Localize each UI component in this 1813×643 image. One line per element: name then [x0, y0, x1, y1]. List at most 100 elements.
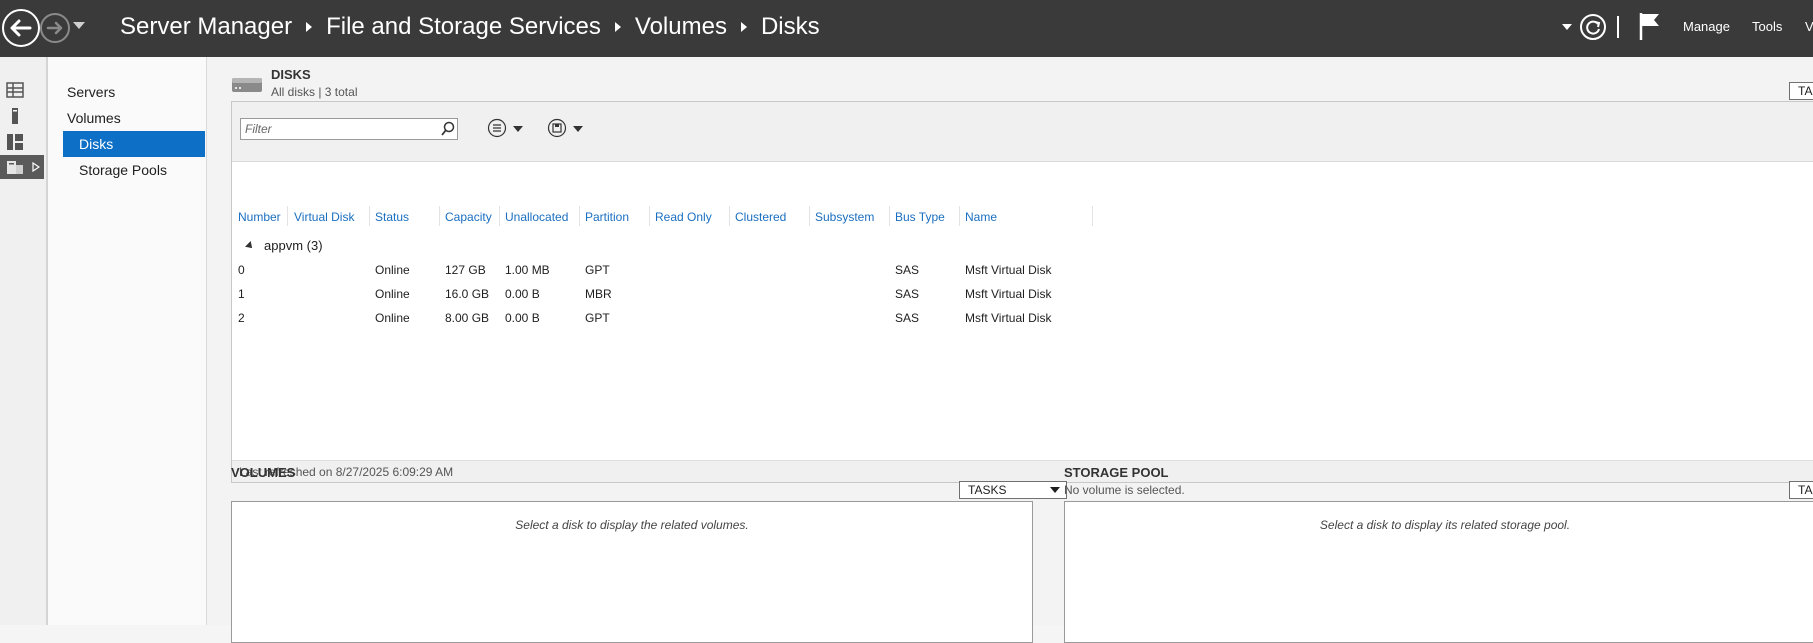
- history-dropdown-arrow[interactable]: [73, 22, 85, 29]
- filter-input[interactable]: Filter: [240, 118, 458, 140]
- breadcrumb-separator: [740, 22, 747, 32]
- column-header-subsystem[interactable]: Subsystem: [815, 210, 874, 224]
- view-menu[interactable]: V: [1805, 19, 1813, 34]
- back-button[interactable]: [2, 9, 40, 47]
- cell-capacity: 16.0 GB: [445, 287, 490, 301]
- group-row-appvm[interactable]: appvm (3): [245, 238, 323, 253]
- column-divider[interactable]: [499, 206, 500, 226]
- column-header-clustered[interactable]: Clustered: [735, 210, 786, 224]
- column-divider[interactable]: [649, 206, 650, 226]
- column-divider[interactable]: [439, 206, 440, 226]
- cell-partition: GPT: [585, 311, 610, 325]
- refresh-dropdown-arrow[interactable]: [1562, 24, 1572, 30]
- volumes-tasks-button[interactable]: TASKS: [959, 481, 1067, 499]
- storage-pool-tasks-button[interactable]: TA: [1789, 481, 1813, 499]
- cell-bus-type: SAS: [895, 287, 920, 301]
- storage-pool-empty-message: Select a disk to display its related sto…: [1319, 518, 1571, 532]
- nav-item-storage-pools[interactable]: Storage Pools: [79, 162, 167, 178]
- column-header-unallocated[interactable]: Unallocated: [505, 210, 568, 224]
- file-storage-icon: [7, 161, 23, 174]
- storage-pool-tasks-label: TA: [1798, 483, 1813, 497]
- column-divider[interactable]: [287, 206, 288, 226]
- disks-tasks-button[interactable]: TA: [1789, 82, 1813, 100]
- cell-name: Msft Virtual Disk: [965, 263, 1052, 277]
- column-header-number[interactable]: Number: [238, 210, 281, 224]
- breadcrumb-separator: [306, 22, 313, 32]
- cell-status: Online: [375, 311, 410, 325]
- forward-button[interactable]: [40, 13, 70, 43]
- cell-partition: GPT: [585, 263, 610, 277]
- disk-drive-icon: [232, 78, 262, 92]
- column-divider[interactable]: [809, 206, 810, 226]
- disks-section-subtitle: All disks | 3 total: [271, 85, 358, 99]
- group-label: appvm (3): [264, 238, 323, 253]
- column-divider[interactable]: [889, 206, 890, 226]
- nav-item-servers[interactable]: Servers: [67, 84, 115, 100]
- cell-name: Msft Virtual Disk: [965, 311, 1052, 325]
- storage-pool-section-title: STORAGE POOL: [1064, 465, 1169, 480]
- column-header-status[interactable]: Status: [375, 210, 409, 224]
- nav-item-disks[interactable]: Disks: [63, 131, 205, 157]
- volumes-panel: Select a disk to display the related vol…: [231, 501, 1033, 643]
- column-header-virtual-disk[interactable]: Virtual Disk: [294, 210, 354, 224]
- notifications-flag-icon[interactable]: [1638, 11, 1662, 41]
- cell-number: 0: [238, 263, 245, 277]
- refresh-icon[interactable]: [1579, 13, 1607, 41]
- column-header-bus-type[interactable]: Bus Type: [895, 210, 945, 224]
- disks-section-title: DISKS: [271, 67, 311, 82]
- column-divider[interactable]: [1092, 206, 1093, 226]
- column-divider[interactable]: [729, 206, 730, 226]
- last-refreshed-status: Last refreshed on 8/27/2025 6:09:29 AM: [232, 460, 1813, 482]
- column-header-capacity[interactable]: Capacity: [445, 210, 492, 224]
- storage-pool-subtitle: No volume is selected.: [1064, 483, 1185, 497]
- list-options-icon[interactable]: [487, 118, 507, 138]
- disks-tasks-label: TA: [1798, 84, 1813, 98]
- breadcrumb-server-manager[interactable]: Server Manager: [120, 13, 292, 41]
- console-icon-strip: [0, 57, 48, 625]
- column-header-read-only[interactable]: Read Only: [655, 210, 712, 224]
- file-storage-nav-selected[interactable]: [0, 155, 44, 179]
- back-arrow-icon: [10, 19, 32, 37]
- volumes-section-title: VOLUMES: [231, 465, 296, 480]
- dashboard-icon[interactable]: [6, 81, 24, 99]
- chevron-down-icon: [1050, 487, 1060, 493]
- filter-bar: Filter: [232, 102, 1813, 162]
- cell-number: 2: [238, 311, 245, 325]
- cell-status: Online: [375, 263, 410, 277]
- column-header-partition[interactable]: Partition: [585, 210, 629, 224]
- navigation-pane: Servers Volumes Disks Storage Pools: [48, 57, 207, 625]
- column-divider[interactable]: [579, 206, 580, 226]
- manage-menu[interactable]: Manage: [1683, 19, 1730, 34]
- cell-bus-type: SAS: [895, 311, 920, 325]
- cell-capacity: 8.00 GB: [445, 311, 490, 325]
- cell-bus-type: SAS: [895, 263, 920, 277]
- storage-pool-panel: Select a disk to display its related sto…: [1064, 501, 1813, 643]
- breadcrumb-file-storage[interactable]: File and Storage Services: [326, 13, 601, 41]
- breadcrumb-volumes[interactable]: Volumes: [635, 13, 727, 41]
- save-query-icon[interactable]: [547, 118, 567, 138]
- volumes-tasks-label: TASKS: [968, 483, 1007, 497]
- search-icon[interactable]: [440, 121, 456, 137]
- breadcrumb: Server Manager File and Storage Services…: [120, 13, 820, 41]
- disks-list-panel: Filter Number Virtual Disk Status Capaci…: [231, 101, 1813, 483]
- save-query-dropdown-arrow[interactable]: [573, 126, 583, 132]
- all-servers-icon[interactable]: [6, 133, 24, 151]
- expand-chevron-icon: [32, 162, 40, 172]
- column-header-name[interactable]: Name: [965, 210, 997, 224]
- cell-name: Msft Virtual Disk: [965, 287, 1052, 301]
- list-options-dropdown-arrow[interactable]: [513, 126, 523, 132]
- column-divider[interactable]: [369, 206, 370, 226]
- cell-partition: MBR: [585, 287, 612, 301]
- cell-unallocated: 1.00 MB: [505, 263, 550, 277]
- forward-arrow-icon: [46, 21, 63, 35]
- collapse-triangle-icon[interactable]: [245, 240, 255, 251]
- title-bar: Server Manager File and Storage Services…: [0, 0, 1813, 57]
- column-divider[interactable]: [959, 206, 960, 226]
- cell-capacity: 127 GB: [445, 263, 486, 277]
- toolbar-divider: [1617, 16, 1619, 38]
- breadcrumb-separator: [614, 22, 621, 32]
- cell-number: 1: [238, 287, 245, 301]
- tools-menu[interactable]: Tools: [1752, 19, 1782, 34]
- nav-item-volumes[interactable]: Volumes: [67, 110, 121, 126]
- local-server-icon[interactable]: [6, 107, 24, 125]
